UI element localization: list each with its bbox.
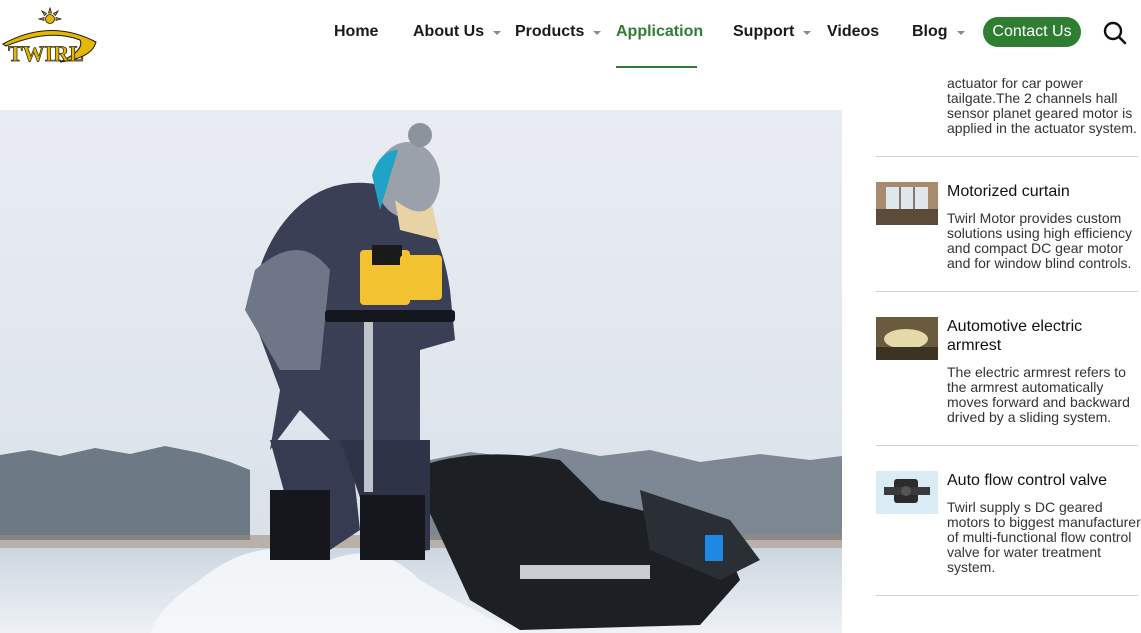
caret-down-icon (493, 30, 502, 35)
card-title[interactable]: Auto flow control valve (947, 471, 1137, 490)
nav-about-us[interactable]: About Us (413, 22, 502, 42)
previous-item-description: actuator for car power tailgate.The 2 ch… (947, 75, 1137, 136)
nav-home[interactable]: Home (334, 22, 378, 42)
window-room-thumbnail[interactable] (876, 182, 938, 225)
search-icon[interactable] (1102, 20, 1128, 46)
card-description: Twirl supply s DC geared motors to bigge… (947, 499, 1141, 575)
active-nav-underline (616, 66, 697, 68)
caret-down-icon (956, 30, 965, 35)
twirl-logo[interactable]: TWIRL (0, 6, 100, 66)
divider (876, 445, 1138, 446)
divider (876, 156, 1138, 157)
nav-videos[interactable]: Videos (827, 22, 879, 42)
nav-blog[interactable]: Blog (912, 22, 965, 42)
card-title[interactable]: Automotive electric armrest (947, 317, 1137, 355)
nav-application[interactable]: Application (616, 22, 703, 42)
flow-valve-thumbnail[interactable] (876, 471, 938, 514)
svg-text:TWIRL: TWIRL (8, 41, 84, 66)
card-description: The electric armrest refers to the armre… (947, 364, 1130, 425)
nav-support[interactable]: Support (733, 22, 812, 42)
divider (876, 291, 1138, 292)
nav-products[interactable]: Products (515, 22, 602, 42)
card-title[interactable]: Motorized curtain (947, 182, 1137, 201)
contact-us-button[interactable]: Contact Us (983, 17, 1081, 47)
site-header: TWIRL Home About Us Products Application… (0, 0, 1141, 68)
caret-down-icon (803, 30, 812, 35)
divider (876, 595, 1138, 596)
card-description: Twirl Motor provides custom solutions us… (947, 210, 1132, 271)
car-armrest-thumbnail[interactable] (876, 317, 938, 360)
ice-fishing-hero-image (0, 110, 842, 633)
caret-down-icon (593, 30, 602, 35)
